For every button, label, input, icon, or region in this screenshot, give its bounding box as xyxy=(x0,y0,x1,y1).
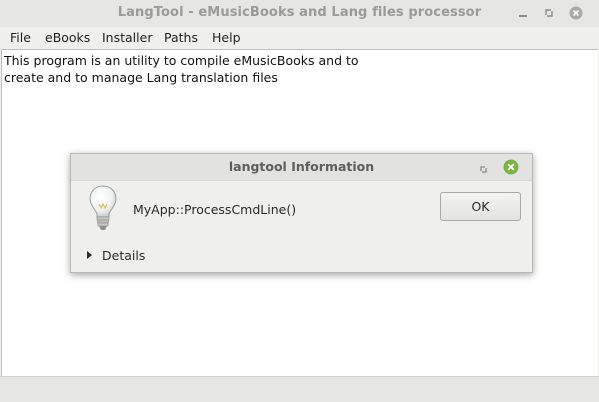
information-dialog: langtool Information MyApp::ProcessCmdLi… xyxy=(70,153,533,273)
expand-arrow-icon xyxy=(87,251,92,259)
lightbulb-icon xyxy=(89,184,117,234)
menu-bar: File eBooks Installer Paths Help xyxy=(0,27,599,49)
details-label: Details xyxy=(102,247,146,263)
dialog-title-bar[interactable]: langtool Information xyxy=(71,154,532,181)
menu-paths[interactable]: Paths xyxy=(164,30,198,45)
menu-help[interactable]: Help xyxy=(212,30,241,45)
menu-file[interactable]: File xyxy=(10,30,31,45)
menu-ebooks[interactable]: eBooks xyxy=(45,30,90,45)
details-expander[interactable]: Details xyxy=(87,247,145,263)
window-title: LangTool - eMusicBooks and Lang files pr… xyxy=(117,5,482,20)
dialog-close-icon[interactable] xyxy=(503,159,519,175)
dialog-restore-icon[interactable] xyxy=(478,161,490,173)
title-bar[interactable]: LangTool - eMusicBooks and Lang files pr… xyxy=(0,0,599,28)
restore-icon[interactable] xyxy=(542,6,556,20)
minimize-icon[interactable] xyxy=(516,6,530,20)
menu-installer[interactable]: Installer xyxy=(102,30,152,45)
dialog-message: MyApp::ProcessCmdLine() xyxy=(133,202,297,217)
dialog-title: langtool Information xyxy=(228,159,375,174)
ok-button-label: OK xyxy=(471,199,490,214)
ok-button[interactable]: OK xyxy=(440,192,521,221)
close-icon[interactable] xyxy=(569,6,583,20)
description-text: This program is an utility to compile eM… xyxy=(4,53,359,85)
status-bar xyxy=(0,376,599,402)
